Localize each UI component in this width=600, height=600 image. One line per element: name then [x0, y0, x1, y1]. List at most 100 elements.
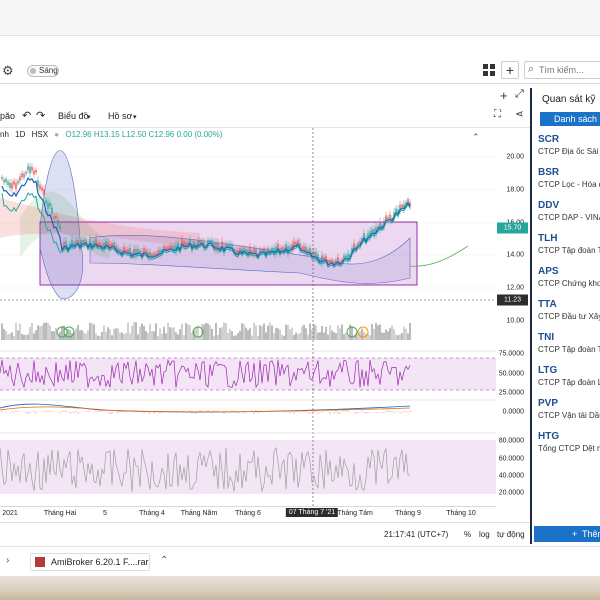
auto-toggle[interactable]: tự động [497, 530, 525, 539]
volume-bar [127, 322, 129, 340]
watchlist-item[interactable]: SCR CTCP Địa ốc Sài G [538, 134, 600, 156]
volume-bar [175, 332, 177, 340]
search-input[interactable] [539, 63, 599, 77]
volume-bar [243, 324, 245, 340]
volume-bar [299, 333, 301, 340]
volume-bar [321, 326, 323, 340]
watchlist-symbol: HTG [538, 431, 560, 442]
volume-bar [251, 335, 253, 340]
price-axis[interactable]: 20.00 18.00 16.00 14.00 12.00 10.00 75.0… [496, 88, 530, 544]
volume-bar [239, 330, 241, 340]
volume-bar [323, 332, 325, 340]
volume-bar [407, 333, 409, 340]
volume-bar [79, 330, 81, 340]
volume-bar [121, 332, 123, 340]
add-button[interactable]: + [501, 61, 519, 79]
candle-body [31, 166, 33, 171]
volume-bar [343, 334, 345, 340]
volume-bar [97, 335, 99, 340]
volume-bar [335, 333, 337, 340]
volume-bar [19, 323, 21, 340]
volume-bar [265, 332, 267, 340]
watchlist-item[interactable]: APS CTCP Chứng kho [538, 266, 600, 288]
volume-bar [161, 333, 163, 340]
volume-bar [53, 331, 55, 340]
volume-bar [139, 326, 141, 340]
candle-body [387, 217, 389, 220]
chart-canvas[interactable] [0, 88, 496, 506]
volume-bar [347, 335, 349, 340]
watchlist-item[interactable]: BSR CTCP Lọc - Hóa d [538, 167, 600, 189]
macd-tick: 0.0000 [502, 408, 524, 416]
time-label: Tháng Hai [43, 510, 77, 517]
volume-bar [141, 323, 143, 340]
watchlist-name: CTCP Tập đoàn L [538, 378, 600, 387]
time-label: Tháng 6 [235, 510, 261, 517]
add-symbol-label: Thêm [582, 529, 600, 539]
price-tick: 14.00 [506, 251, 524, 259]
candle-body [239, 247, 241, 250]
watchlist-name: CTCP Đầu tư Xây [538, 312, 600, 321]
volume-bar [159, 328, 161, 340]
volume-bar [241, 323, 243, 340]
rsi-tick: 75.0000 [498, 350, 524, 358]
watchlist-symbol: TNI [538, 332, 555, 343]
volume-bar [387, 331, 389, 340]
rsi-tick: 25.0000 [498, 389, 524, 397]
time-axis[interactable]: 2021 Tháng Hai 5 Tháng 4 Tháng Năm Tháng… [0, 506, 496, 520]
volume-bar [151, 331, 153, 340]
watchlist-symbol: SCR [538, 134, 560, 145]
candle-body [99, 242, 101, 245]
volume-bar [103, 325, 105, 340]
percent-toggle[interactable]: % [464, 530, 471, 539]
candle-body [259, 248, 261, 253]
watchlist-item[interactable]: TNI CTCP Tập đoàn T [538, 332, 600, 354]
volume-bar [287, 324, 289, 340]
volume-bar [301, 326, 303, 340]
candle-body [25, 171, 27, 175]
volume-bar [167, 322, 169, 340]
volume-bar [269, 322, 271, 340]
watchlist-symbol: DDV [538, 200, 560, 211]
volume-bar [67, 328, 69, 340]
volume-bar [33, 333, 35, 340]
candle-body [231, 244, 233, 249]
watchlist-item[interactable]: PVP CTCP Vận tải Dầu [538, 398, 600, 420]
watchlist-item[interactable]: HTG Tổng CTCP Dệt m [538, 431, 600, 453]
volume-bar [211, 328, 213, 340]
watchlist-item[interactable]: TTA CTCP Đầu tư Xây [538, 299, 600, 321]
watchlist-item[interactable]: DDV CTCP DAP - VINA [538, 200, 600, 222]
candle-body [119, 249, 121, 252]
log-toggle[interactable]: log [479, 530, 490, 539]
volume-bar [379, 324, 381, 340]
time-label: Tháng 4 [139, 510, 165, 517]
volume-bar [203, 324, 205, 340]
volume-bar [337, 325, 339, 340]
volume-bar [165, 333, 167, 340]
search-box[interactable]: ⌕ [524, 61, 600, 79]
time-label: 2021 [2, 510, 18, 517]
volume-bar [111, 335, 113, 340]
volume-bar [369, 335, 371, 340]
theme-toggle[interactable]: Sáng [27, 65, 59, 77]
candle-body [49, 202, 51, 207]
volume-bar [47, 322, 49, 340]
download-item[interactable]: AmiBroker 6.20.1 F....rar [30, 553, 150, 571]
list-button[interactable]: Danh sách [540, 112, 600, 126]
volume-bar [1, 323, 3, 340]
candle-body [169, 245, 171, 249]
watchlist-item[interactable]: TLH CTCP Tập đoàn T [538, 233, 600, 255]
volume-bar [25, 335, 27, 340]
volume-bar [43, 322, 45, 340]
layout-grid-icon[interactable] [482, 63, 496, 77]
volume-bar [123, 334, 125, 340]
watchlist-item[interactable]: LTG CTCP Tập đoàn L [538, 365, 600, 387]
gear-icon[interactable]: ⚙ [2, 63, 14, 79]
volume-bar [187, 324, 189, 340]
chevron-up-icon[interactable]: ⌃ [160, 555, 168, 566]
volume-bar [225, 323, 227, 340]
event-marker[interactable] [63, 326, 75, 338]
candle-body [85, 239, 87, 242]
arrow-icon[interactable]: › [6, 555, 9, 566]
add-symbol-button[interactable]: + Thêm [534, 526, 600, 542]
